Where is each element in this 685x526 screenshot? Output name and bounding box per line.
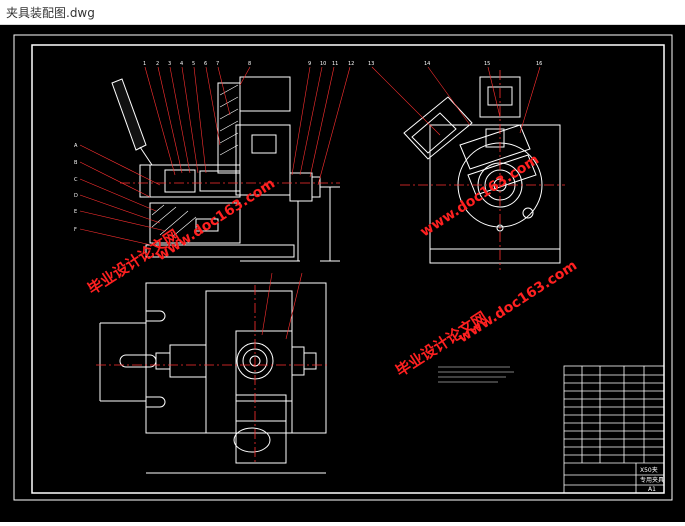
clamp-handle — [111, 78, 147, 151]
part-num-3: 3 — [168, 61, 171, 67]
part-num-10: 10 — [320, 61, 326, 67]
part-num-5: 5 — [192, 61, 195, 67]
part-num-D: D — [74, 193, 78, 199]
part-num-12: 12 — [348, 61, 354, 67]
watermark-cn-1: 毕业设计论文网 — [84, 226, 182, 298]
nut — [289, 172, 313, 202]
part-num-E: E — [74, 209, 77, 215]
watermark-url-1: www.doc163.com — [153, 176, 278, 265]
front-section-view — [111, 76, 340, 262]
part-num-11: 11 — [332, 61, 338, 67]
window-title: 夹具装配图.dwg — [6, 6, 95, 20]
housing-upper — [217, 82, 241, 174]
part-num-8: 8 — [248, 61, 251, 67]
part-num-2: 2 — [156, 61, 159, 67]
part-num-13: 13 — [368, 61, 374, 67]
window-titlebar: 夹具装配图.dwg — [0, 0, 685, 25]
cad-drawing: 1 2 3 4 5 6 7 8 9 10 11 12 A B C D E F 1… — [13, 34, 673, 501]
part-num-B: B — [74, 160, 78, 166]
title-drawing-name: X50夹 — [640, 466, 658, 474]
part-num-C: C — [74, 177, 78, 183]
title-school: 专用夹具 — [640, 476, 664, 484]
title-sheet-size: A1 — [648, 486, 656, 493]
watermarks: 毕业设计论文网 www.doc163.com www.doc163.com 毕业… — [84, 152, 580, 381]
plan-view — [99, 282, 327, 474]
watermark-url-3: www.doc163.com — [455, 258, 580, 347]
part-num-6: 6 — [204, 61, 207, 67]
part-num-F: F — [74, 227, 77, 233]
part-num-1: 1 — [143, 61, 146, 67]
part-num-7: 7 — [216, 61, 219, 67]
part-num-14: 14 — [424, 61, 430, 67]
part-num-16: 16 — [536, 61, 542, 67]
part-num-9: 9 — [308, 61, 311, 67]
drawing-canvas[interactable]: 1 2 3 4 5 6 7 8 9 10 11 12 A B C D E F 1… — [0, 25, 685, 522]
technical-notes — [438, 366, 514, 383]
part-num-A: A — [74, 143, 78, 149]
watermark-url-2: www.doc163.com — [417, 152, 542, 241]
part-num-4: 4 — [180, 61, 183, 67]
part-num-15: 15 — [484, 61, 490, 67]
